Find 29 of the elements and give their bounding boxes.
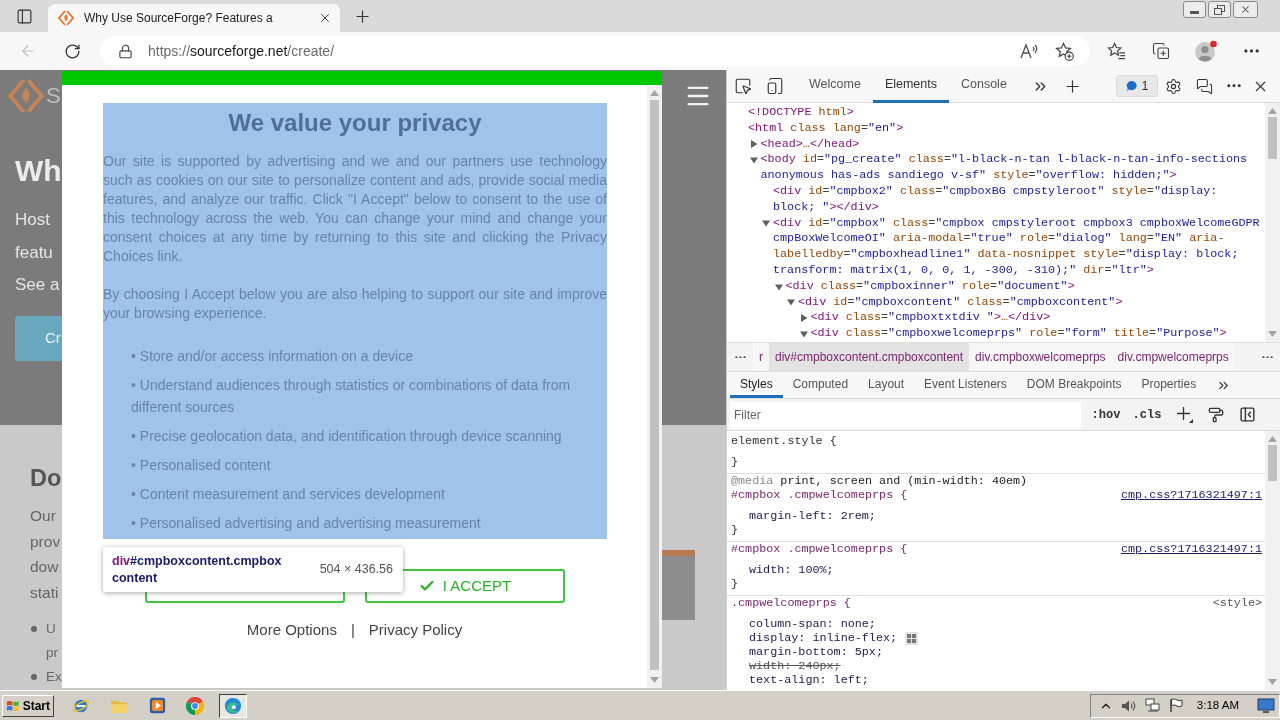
purpose-item: • Content measurement and services development <box>131 485 446 504</box>
section-list-text: U <box>46 620 56 638</box>
closing-brace: } <box>731 523 740 537</box>
purpose-item: • Personalised content <box>131 456 272 475</box>
dialog-paragraph: Our site is supported by advertising and we and our partners use technology such as cookies on our site to personalize content and ads, provide social media features, and analyze our traffic. Click "I Accept" below to consent to the use of this technology across the web. You can change your mind and change your consent choices at any time by returning to this site and clicking the Privacy Choices link. <box>103 152 607 266</box>
closing-brace: } <box>731 577 740 591</box>
purpose-item: • Personalised advertising and advertising measurement <box>131 514 482 533</box>
section-text: dow <box>30 557 59 577</box>
page-text: See a <box>15 274 60 296</box>
dialog-paragraph: By choosing I Accept below you are also helping to support our site and improve your browsing experience. <box>103 285 607 323</box>
page-text: Host <box>15 209 50 231</box>
section-text: Our <box>30 506 56 526</box>
closing-brace: } <box>731 455 740 469</box>
section-text: stati <box>30 582 59 603</box>
section-text: prov <box>30 531 61 552</box>
element-selector: div#cmpboxcontent.cmpboxcontent <box>112 552 283 587</box>
media-query: @media print, screen and (min-width: 40em) <box>731 474 1029 488</box>
url-text: https://sourceforge.net/create/ <box>148 41 335 61</box>
purpose-item: • Store and/or access information on a device <box>131 347 414 366</box>
purpose-item: • Precise geolocation data, and identification through device scanning <box>131 427 563 446</box>
page-text: featu <box>15 241 53 264</box>
section-list-text: pr <box>46 644 58 662</box>
section-list-text: Ex <box>46 668 62 686</box>
logo-text: S <box>46 82 61 110</box>
section-heading: Do <box>30 464 62 493</box>
purpose-item: • Understand audiences through statistics or combinations of data from different sources <box>131 376 572 417</box>
link-separator: | <box>350 621 355 639</box>
page-heading: Wh <box>15 153 62 189</box>
dialog-title: We value your privacy <box>227 108 483 138</box>
